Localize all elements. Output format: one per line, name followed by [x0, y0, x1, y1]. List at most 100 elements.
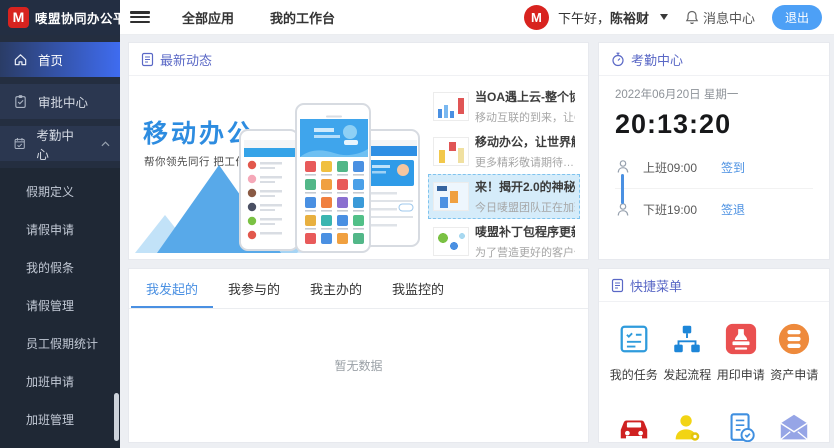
stamp-icon [724, 322, 758, 356]
sidebar-subitem-leave-request[interactable]: 请假申请 [0, 210, 120, 248]
checkout-link[interactable]: 签退 [721, 201, 745, 218]
sidebar-subitem-overtime-management[interactable]: 加班管理 [0, 400, 120, 438]
tab-monitored-by-me[interactable]: 我监控的 [377, 269, 459, 308]
quick-item-label: 资产申请 [768, 366, 822, 383]
quick-item-start-flow[interactable]: 发起流程 [661, 320, 715, 383]
quick-menu-header: 快捷菜单 [599, 269, 829, 302]
document-icon [611, 278, 624, 293]
my-tasks-panel: 我发起的 我参与的 我主办的 我监控的 暂无数据 [128, 268, 589, 443]
logo-block: M 唛盟协同办公平台 [0, 0, 120, 35]
document-icon [141, 52, 154, 67]
user-dropdown-caret-icon[interactable] [660, 14, 668, 20]
quick-item-label: 我的任务 [607, 366, 661, 383]
news-thumbnail [433, 137, 469, 166]
logout-button[interactable]: 退出 [772, 5, 822, 30]
sidebar-subitem-holiday-definition[interactable]: 假期定义 [0, 172, 120, 210]
news-thumbnail [433, 92, 469, 121]
stopwatch-icon [611, 52, 625, 67]
quick-item-my-tasks[interactable]: 我的任务 [607, 320, 661, 383]
news-title: 移动办公，让世界触手可 [475, 133, 575, 150]
sidebar-item-attendance-center[interactable]: 考勤中心 [0, 126, 120, 161]
menu-toggle-icon[interactable] [130, 9, 150, 25]
attendance-icon [13, 136, 26, 151]
person-icon [615, 159, 631, 175]
approval-icon [13, 94, 28, 109]
news-title: 来！揭开2.0的神秘面纱~ [475, 178, 575, 195]
attendance-header: 考勤中心 [599, 43, 829, 76]
checkin-row: 上班09:00 签到 [615, 146, 813, 188]
greeting-text: 下午好， [558, 11, 610, 26]
quick-item-meeting-request[interactable]: 会议申请 [661, 409, 715, 443]
attendance-title: 考勤中心 [631, 50, 683, 69]
banner-illustration: 移动办公 帮你领先同行 把工作带出办公室 [135, 82, 424, 253]
news-summary: 为了营造更好的客户体验，唛 [475, 244, 575, 260]
quick-menu-grid: 我的任务 发起流程 用印申请 资产申请 用车申请 [599, 302, 829, 443]
attendance-submenu: 假期定义 请假申请 我的假条 请假管理 员工假期统计 加班申请 加班管理 [0, 168, 120, 448]
car-icon [616, 411, 652, 443]
quick-menu-panel: 快捷菜单 我的任务 发起流程 用印申请 资产申请 [598, 268, 830, 443]
checkout-row: 下班19:00 签退 [615, 188, 813, 230]
attendance-date: 2022年06月20日 星期一 [615, 86, 813, 102]
news-item[interactable]: 唛盟补丁包程序更新为了营造更好的客户体验，唛 [428, 219, 580, 260]
attendance-timeline: 上班09:00 签到 下班19:00 签退 [615, 146, 813, 230]
attendance-clock: 20:13:20 [615, 109, 813, 140]
news-summary: 移动互联的到来，让OA与云 [475, 109, 575, 125]
top-header: M 唛盟协同办公平台 全部应用 我的工作台 M 下午好，陈裕财 消息中心 退出 [0, 0, 834, 35]
news-title: 当OA遇上云-整个协同OA [475, 88, 575, 105]
message-center-label: 消息中心 [703, 8, 755, 27]
message-center-link[interactable]: 消息中心 [685, 8, 755, 27]
phone-left [239, 129, 299, 251]
news-item[interactable]: 当OA遇上云-整个协同OA 移动互联的到来，让OA与云 [428, 84, 580, 129]
app-title: 唛盟协同办公平台 [35, 8, 139, 27]
quick-item-asset-request[interactable]: 资产申请 [768, 320, 822, 383]
news-item[interactable]: 移动办公，让世界触手可更多精彩敬请期待…… [428, 129, 580, 174]
sidebar-scrollbar[interactable] [114, 393, 119, 441]
quick-item-label: 用印申请 [714, 366, 768, 383]
sidebar-subitem-my-leave-notes[interactable]: 我的假条 [0, 248, 120, 286]
main-content: 最新动态 移动办公 帮你领先同行 把工作带出办公室 [120, 35, 834, 443]
news-thumbnail [433, 182, 469, 211]
top-right-cluster: M 下午好，陈裕财 消息中心 退出 [524, 5, 834, 30]
app-logo: M [8, 7, 29, 28]
sidebar-subitem-employee-holiday-stats[interactable]: 员工假期统计 [0, 324, 120, 362]
news-summary: 今日唛盟团队正在加班加点， [475, 199, 575, 215]
sidebar-item-label: 考勤中心 [36, 125, 81, 163]
home-icon [13, 52, 28, 67]
tasks-icon [617, 322, 651, 356]
contract-icon [724, 411, 758, 443]
checkout-label: 下班19:00 [643, 201, 721, 218]
sidebar-item-approval-center[interactable]: 审批中心 [0, 84, 120, 119]
sidebar-item-label: 首页 [38, 50, 63, 69]
nav-all-apps[interactable]: 全部应用 [182, 8, 234, 27]
latest-news-header: 最新动态 [129, 43, 588, 76]
latest-news-panel: 最新动态 移动办公 帮你领先同行 把工作带出办公室 [128, 42, 589, 260]
quick-item-label: 发起流程 [661, 366, 715, 383]
sidebar-item-home[interactable]: 首页 [0, 42, 120, 77]
tab-hosted-by-me[interactable]: 我主办的 [295, 269, 377, 308]
chevron-up-icon [101, 141, 110, 147]
mail-icon [777, 411, 811, 443]
quick-item-new-mail[interactable]: 新建邮件 [768, 409, 822, 443]
quick-item-seal-request[interactable]: 用印申请 [714, 320, 768, 383]
sidebar-item-label: 审批中心 [38, 92, 88, 111]
news-list: 当OA遇上云-整个协同OA 移动互联的到来，让OA与云 移动办公，让世界触手可更多… [428, 82, 580, 253]
nav-my-workbench[interactable]: 我的工作台 [270, 8, 335, 27]
tasks-tab-bar: 我发起的 我参与的 我主办的 我监控的 [129, 269, 588, 309]
asset-icon [777, 322, 811, 356]
checkin-link[interactable]: 签到 [721, 159, 745, 176]
user-name: 陈裕财 [610, 11, 649, 26]
tab-initiated-by-me[interactable]: 我发起的 [131, 269, 213, 308]
user-avatar[interactable]: M [524, 5, 549, 30]
flow-icon [670, 322, 704, 356]
quick-menu-title: 快捷菜单 [630, 276, 682, 295]
sidebar-subitem-leave-management[interactable]: 请假管理 [0, 286, 120, 324]
quick-item-new-contract[interactable]: 新建合同 [714, 409, 768, 443]
sidebar-subitem-overtime-request[interactable]: 加班申请 [0, 362, 120, 400]
meeting-icon [670, 411, 704, 443]
user-greeting[interactable]: 下午好，陈裕财 [558, 8, 649, 27]
tab-participated-by-me[interactable]: 我参与的 [213, 269, 295, 308]
news-item-highlighted[interactable]: 来！揭开2.0的神秘面纱~ 今日唛盟团队正在加班加点， [428, 174, 580, 219]
quick-item-vehicle-request[interactable]: 用车申请 [607, 409, 661, 443]
phone-center [295, 103, 371, 253]
news-summary: 更多精彩敬请期待…… [475, 154, 575, 170]
